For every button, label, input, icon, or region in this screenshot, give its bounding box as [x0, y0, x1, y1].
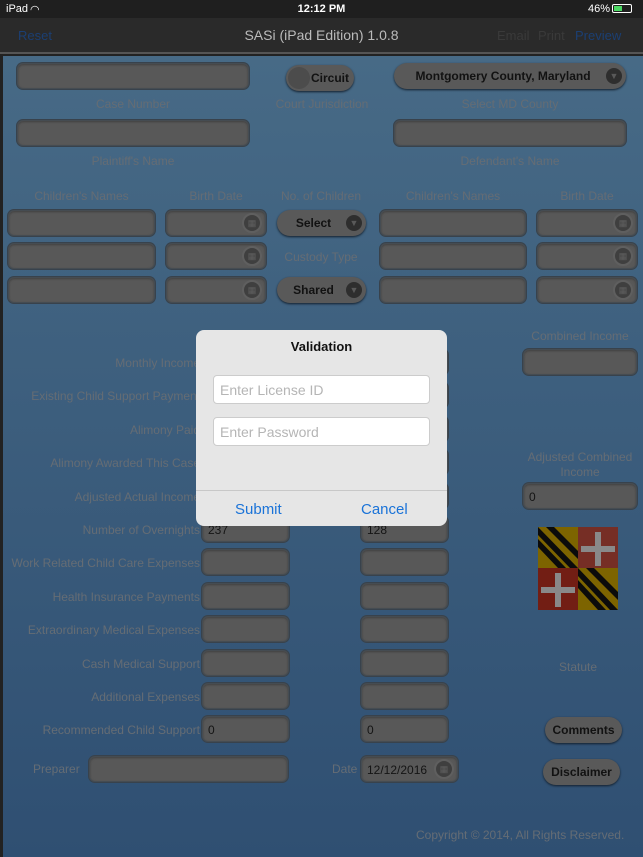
password-input[interactable] [213, 417, 430, 446]
cancel-button[interactable]: Cancel [361, 501, 408, 518]
divider [196, 490, 447, 491]
validation-dialog: Validation Submit Cancel [196, 330, 447, 526]
submit-button[interactable]: Submit [235, 501, 282, 518]
dialog-title: Validation [290, 339, 353, 354]
license-id-input[interactable] [213, 375, 430, 404]
